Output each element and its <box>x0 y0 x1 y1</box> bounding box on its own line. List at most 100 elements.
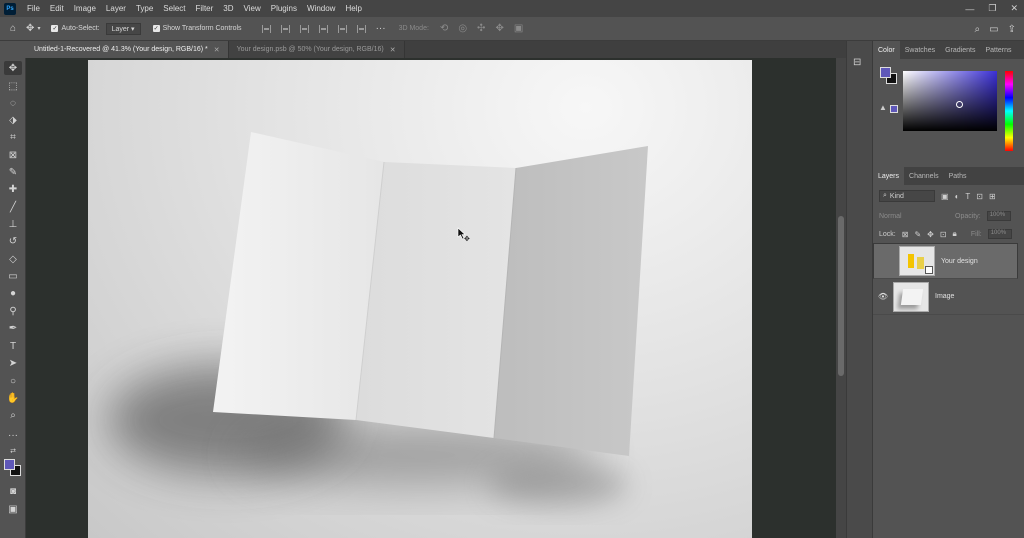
chevron-down-icon[interactable]: ▾ <box>37 25 40 32</box>
align-middle-icon[interactable] <box>337 24 347 33</box>
screen-mode-icon[interactable]: ▣ <box>4 502 22 516</box>
3d-roll-icon[interactable]: ◎ <box>458 23 467 34</box>
swap-colors-icon[interactable]: ⇄ <box>4 444 22 458</box>
home-icon[interactable]: ⌂ <box>10 23 16 34</box>
3d-pan-icon[interactable]: ✣ <box>477 23 485 34</box>
vertical-scrollbar[interactable] <box>836 58 846 538</box>
opacity-input[interactable]: 100% <box>986 211 1011 221</box>
filter-shape-icon[interactable]: ⊡ <box>976 192 983 201</box>
more-options-icon[interactable]: ··· <box>376 23 386 34</box>
color-picker-handle[interactable] <box>956 101 963 108</box>
lock-artboard-icon[interactable]: ⊡ <box>940 230 947 239</box>
filter-pixel-icon[interactable]: ▣ <box>941 192 949 201</box>
align-top-icon[interactable] <box>318 24 328 33</box>
color-picker-field[interactable] <box>903 71 997 131</box>
gradient-tool-icon[interactable]: ▭ <box>4 269 22 283</box>
restore-icon[interactable]: ❐ <box>988 3 996 14</box>
menu-select[interactable]: Select <box>158 4 190 13</box>
zoom-tool-icon[interactable]: ⌕ <box>4 408 22 422</box>
search-icon[interactable]: ⌕ <box>975 24 981 35</box>
eraser-tool-icon[interactable]: ◇ <box>4 252 22 266</box>
tab-paths[interactable]: Paths <box>944 167 972 185</box>
align-center-icon[interactable] <box>280 24 290 33</box>
tab-your-design-psb[interactable]: Your design.psb @ 50% (Your design, RGB/… <box>228 41 405 58</box>
3d-scale-icon[interactable]: ▣ <box>514 23 523 34</box>
lasso-tool-icon[interactable]: ◌ <box>4 96 22 110</box>
tab-color[interactable]: Color <box>873 41 900 59</box>
stamp-tool-icon[interactable]: ⊥ <box>4 217 22 231</box>
eye-icon[interactable]: 👁︎ <box>873 292 893 301</box>
brush-tool-icon[interactable]: ╱ <box>4 200 22 214</box>
show-transform-checkbox[interactable]: ✓ Show Transform Controls <box>152 25 242 32</box>
menu-view[interactable]: View <box>239 4 266 13</box>
lock-all-icon[interactable]: 🔒︎ <box>953 229 957 239</box>
path-select-tool-icon[interactable]: ➤ <box>4 356 22 370</box>
properties-icon[interactable]: ⊟ <box>853 57 861 68</box>
history-brush-tool-icon[interactable]: ↺ <box>4 234 22 248</box>
dodge-tool-icon[interactable]: ⚲ <box>4 304 22 318</box>
canvas-area[interactable]: ✥ <box>26 58 836 538</box>
close-tab-icon[interactable]: ✕ <box>390 46 396 54</box>
crop-tool-icon[interactable]: ⌗ <box>4 130 22 144</box>
align-bottom-icon[interactable] <box>356 24 366 33</box>
tab-patterns[interactable]: Patterns <box>980 41 1016 59</box>
tab-layers[interactable]: Layers <box>873 167 905 185</box>
auto-select-checkbox[interactable]: ✓ Auto-Select: <box>51 25 100 32</box>
blur-tool-icon[interactable]: ● <box>4 286 22 300</box>
menu-window[interactable]: Window <box>302 4 340 13</box>
lock-image-icon[interactable]: ✎ <box>914 230 921 239</box>
move-tool-icon[interactable]: ✥ <box>26 23 34 34</box>
gamut-warning-icon[interactable]: ▲ <box>879 103 887 112</box>
menu-edit[interactable]: Edit <box>45 4 69 13</box>
close-icon[interactable]: ✕ <box>1010 3 1018 14</box>
eyedropper-tool-icon[interactable]: ✎ <box>4 165 22 179</box>
menu-filter[interactable]: Filter <box>191 4 219 13</box>
fill-input[interactable]: 100% <box>987 229 1012 239</box>
workspace-icon[interactable]: ▭ <box>989 24 998 35</box>
tab-gradients[interactable]: Gradients <box>940 41 980 59</box>
menu-3d[interactable]: 3D <box>218 4 238 13</box>
share-icon[interactable]: ⇪ <box>1008 24 1016 35</box>
menu-layer[interactable]: Layer <box>101 4 131 13</box>
filter-smart-object-icon[interactable]: ⊞ <box>989 192 996 201</box>
marquee-tool-icon[interactable]: ⬚ <box>4 79 22 93</box>
menu-help[interactable]: Help <box>340 4 366 13</box>
scrollbar-thumb[interactable] <box>838 216 844 376</box>
align-right-icon[interactable] <box>299 24 309 33</box>
object-select-tool-icon[interactable]: ⬗ <box>4 113 22 127</box>
more-tools-icon[interactable]: ··· <box>4 428 22 442</box>
web-safe-swatch[interactable] <box>890 105 898 113</box>
align-left-icon[interactable] <box>261 24 271 33</box>
auto-select-target-dropdown[interactable]: Layer ▾ <box>105 22 141 35</box>
layer-image[interactable]: 👁︎ Image <box>873 279 1024 315</box>
quick-mask-icon[interactable]: ◙ <box>4 484 22 498</box>
tab-channels[interactable]: Channels <box>904 167 944 185</box>
ellipse-tool-icon[interactable]: ○ <box>4 374 22 388</box>
blend-mode-dropdown[interactable]: Normal <box>879 213 949 220</box>
filter-adjustment-icon[interactable]: ◐ <box>955 192 960 201</box>
frame-tool-icon[interactable]: ⊠ <box>4 148 22 162</box>
tab-untitled-recovered[interactable]: Untitled-1-Recovered @ 41.3% (Your desig… <box>26 41 229 58</box>
lock-position-icon[interactable]: ✥ <box>927 230 934 239</box>
3d-rotate-icon[interactable]: ⟲ <box>440 23 448 34</box>
type-tool-icon[interactable]: T <box>4 339 22 353</box>
minimize-icon[interactable]: — <box>965 4 974 14</box>
document-canvas[interactable]: ✥ <box>88 60 752 538</box>
layer-your-design[interactable]: Your design <box>873 243 1018 279</box>
3d-slide-icon[interactable]: ✥ <box>495 23 503 34</box>
pen-tool-icon[interactable]: ✒ <box>4 321 22 335</box>
foreground-color-swatch[interactable] <box>880 67 891 78</box>
foreground-color-swatch[interactable] <box>4 459 15 470</box>
close-tab-icon[interactable]: ✕ <box>214 46 220 54</box>
lock-transparent-icon[interactable]: ⊠ <box>902 230 909 239</box>
healing-tool-icon[interactable]: ✚ <box>4 182 22 196</box>
menu-plugins[interactable]: Plugins <box>266 4 302 13</box>
filter-type-icon[interactable]: T <box>965 192 970 201</box>
menu-type[interactable]: Type <box>131 4 158 13</box>
menu-image[interactable]: Image <box>69 4 101 13</box>
hue-slider[interactable] <box>1005 71 1013 151</box>
kind-filter-dropdown[interactable]: ⌕ Kind <box>879 190 935 202</box>
move-tool-icon[interactable]: ✥ <box>4 61 22 75</box>
hand-tool-icon[interactable]: ✋ <box>4 391 22 405</box>
menu-file[interactable]: File <box>22 4 45 13</box>
